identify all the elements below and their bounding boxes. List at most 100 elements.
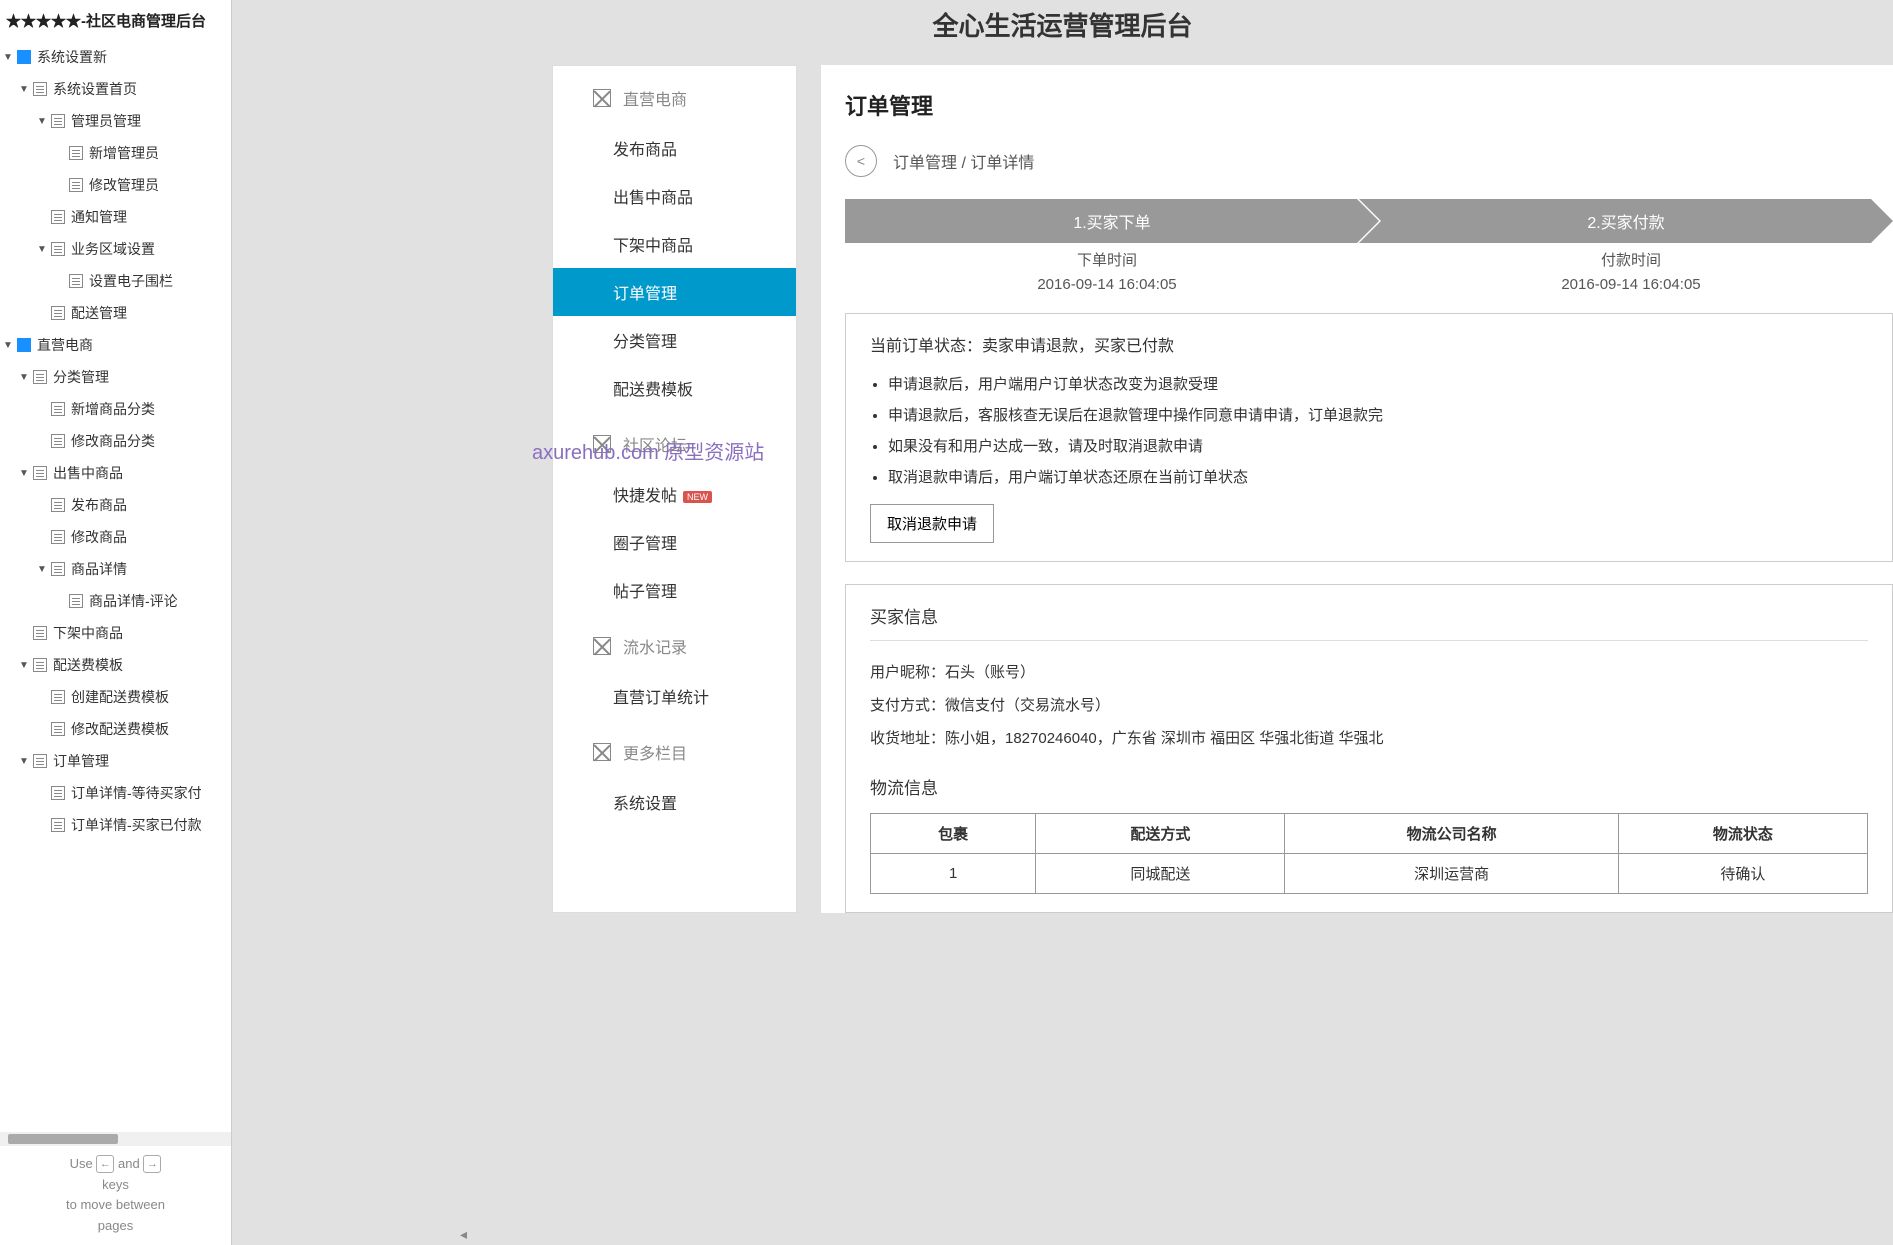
caret-icon <box>36 531 48 543</box>
tree-node[interactable]: 修改商品 <box>0 521 231 553</box>
caret-icon <box>54 595 66 607</box>
nav-item[interactable]: 出售中商品 <box>553 172 796 220</box>
back-button[interactable]: < <box>845 145 877 177</box>
logistics-section-head: 物流信息 <box>870 774 1868 799</box>
tree-node[interactable]: 通知管理 <box>0 201 231 233</box>
page-icon <box>33 658 47 672</box>
logistics-table: 包裹配送方式物流公司名称物流状态1同城配送深圳运营商待确认 <box>870 813 1868 894</box>
caret-icon: ▼ <box>18 371 30 383</box>
sitemap-tree[interactable]: ▼ 系统设置新 ▼ 系统设置首页 ▼管理员管理新增管理员修改管理员通知管理 ▼ 业务区域设置… <box>0 41 231 1132</box>
tree-node[interactable]: ▼商品详情 <box>0 553 231 585</box>
nav-item[interactable]: 配送费模板 <box>553 364 796 412</box>
buyer-info-line: 用户昵称：石头（账号） <box>870 655 1868 688</box>
tree-node[interactable]: 新增管理员 <box>0 137 231 169</box>
caret-icon <box>36 499 48 511</box>
tree-node[interactable]: ▼ 系统设置首页 <box>0 73 231 105</box>
tree-node[interactable]: 修改商品分类 <box>0 425 231 457</box>
status-box: 当前订单状态：卖家申请退款，买家已付款 申请退款后，用户端用户订单状态改变为退款… <box>845 313 1893 562</box>
table-header: 物流公司名称 <box>1285 814 1618 854</box>
placeholder-icon <box>593 89 611 107</box>
tree-label: 系统设置首页 <box>53 79 137 99</box>
tree-node[interactable]: 设置电子围栏 <box>0 265 231 297</box>
caret-icon <box>36 307 48 319</box>
nav-item[interactable]: 直营订单统计 <box>553 672 796 720</box>
step-meta-col: 下单时间2016-09-14 16:04:05 <box>845 249 1369 297</box>
tree-node[interactable]: ▼分类管理 <box>0 361 231 393</box>
tree-node[interactable]: 配送管理 <box>0 297 231 329</box>
page-icon <box>69 146 83 160</box>
nav-item[interactable]: 系统设置 <box>553 778 796 826</box>
tree-node[interactable]: ▼ 业务区域设置 <box>0 233 231 265</box>
placeholder-icon <box>593 743 611 761</box>
tree-node[interactable]: 订单详情-等待买家付 <box>0 777 231 809</box>
tree-node[interactable]: 订单详情-买家已付款 <box>0 809 231 841</box>
nav-item[interactable]: 圈子管理 <box>553 518 796 566</box>
nav-item[interactable]: 订单管理 <box>553 268 796 316</box>
tree-node[interactable]: ▼直营电商 <box>0 329 231 361</box>
tree-node[interactable]: 发布商品 <box>0 489 231 521</box>
step-meta-col: 付款时间2016-09-14 16:04:05 <box>1369 249 1893 297</box>
tree-label: 订单详情-买家已付款 <box>71 815 202 835</box>
caret-icon <box>36 211 48 223</box>
nav-item[interactable]: 发布商品 <box>553 124 796 172</box>
nav-item[interactable]: 快捷发帖NEW <box>553 470 796 518</box>
caret-icon: ▼ <box>18 83 30 95</box>
app-header-title: 全心生活运营管理后台 <box>232 0 1893 65</box>
tree-node[interactable]: 商品详情-评论 <box>0 585 231 617</box>
tree-label: 系统设置新 <box>37 47 107 67</box>
cancel-refund-button[interactable]: 取消退款申请 <box>870 504 994 543</box>
tree-node[interactable]: ▼ 出售中商品 <box>0 457 231 489</box>
folder-icon <box>17 338 31 352</box>
tree-label: 配送费模板 <box>53 655 123 675</box>
caret-icon: ▼ <box>2 51 14 63</box>
tree-label: 业务区域设置 <box>71 239 155 259</box>
nav-item[interactable]: 下架中商品 <box>553 220 796 268</box>
caret-icon: ▼ <box>18 467 30 479</box>
tree-node[interactable]: ▼管理员管理 <box>0 105 231 137</box>
tree-node[interactable]: 创建配送费模板 <box>0 681 231 713</box>
nav-item[interactable]: 帖子管理 <box>553 566 796 614</box>
page-icon <box>51 402 65 416</box>
tree-label: 配送管理 <box>71 303 127 323</box>
nav-item[interactable]: 分类管理 <box>553 316 796 364</box>
tree-label: 出售中商品 <box>53 463 123 483</box>
keyboard-hint: Use ← and → keys to move between pages <box>0 1146 231 1245</box>
table-header: 包裹 <box>871 814 1036 854</box>
page-title: 订单管理 <box>845 89 1893 121</box>
page-icon <box>51 786 65 800</box>
tree-label: 新增管理员 <box>89 143 159 163</box>
caret-icon <box>36 691 48 703</box>
tree-node[interactable]: ▼配送费模板 <box>0 649 231 681</box>
page-icon <box>51 434 65 448</box>
page-icon <box>69 178 83 192</box>
tree-node[interactable]: ▼ 系统设置新 <box>0 41 231 73</box>
page-icon <box>51 306 65 320</box>
tree-label: 通知管理 <box>71 207 127 227</box>
resizer-icon[interactable]: ◂ <box>460 1226 467 1243</box>
tree-node[interactable]: 修改配送费模板 <box>0 713 231 745</box>
status-bullet: 取消退款申请后，用户端订单状态还原在当前订单状态 <box>888 461 1868 492</box>
caret-icon: ▼ <box>36 243 48 255</box>
horizontal-scrollbar[interactable] <box>0 1132 231 1146</box>
table-header: 配送方式 <box>1036 814 1285 854</box>
table-row: 1同城配送深圳运营商待确认 <box>871 854 1868 894</box>
caret-icon <box>54 147 66 159</box>
nav-group-head: 更多栏目 <box>553 720 796 778</box>
progress-step: 1.买家下单 <box>845 199 1379 243</box>
tree-node[interactable]: 下架中商品 <box>0 617 231 649</box>
placeholder-icon <box>593 637 611 655</box>
breadcrumb-row: < 订单管理 / 订单详情 <box>845 145 1893 177</box>
page-icon <box>51 722 65 736</box>
main-canvas: axurehub.com 原型资源站 全心生活运营管理后台 直营电商发布商品出售… <box>232 0 1893 1245</box>
tree-node[interactable]: 修改管理员 <box>0 169 231 201</box>
table-header: 物流状态 <box>1618 814 1867 854</box>
tree-node[interactable]: 新增商品分类 <box>0 393 231 425</box>
tree-label: 修改商品分类 <box>71 431 155 451</box>
tree-node[interactable]: ▼订单管理 <box>0 745 231 777</box>
breadcrumb: 订单管理 / 订单详情 <box>893 149 1034 173</box>
tree-label: 直营电商 <box>37 335 93 355</box>
page-icon <box>51 818 65 832</box>
status-line: 当前订单状态：卖家申请退款，买家已付款 <box>870 332 1868 356</box>
page-icon <box>33 626 47 640</box>
page-icon <box>33 754 47 768</box>
